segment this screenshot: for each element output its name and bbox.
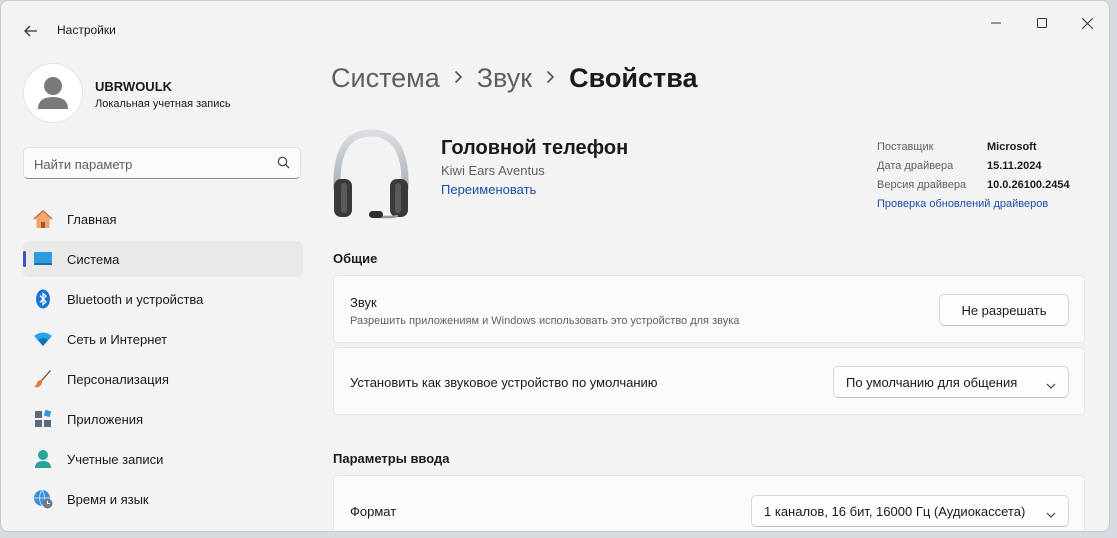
search-input[interactable]	[34, 154, 264, 174]
dropdown-value: 1 каналов, 16 бит, 16000 Гц (Аудиокассет…	[764, 503, 1026, 519]
info-label: Поставщик	[877, 141, 934, 153]
device-model: Kiwi Ears Aventus	[441, 163, 545, 178]
setting-title: Звук	[350, 295, 377, 310]
disallow-button[interactable]: Не разрешать	[939, 294, 1069, 326]
maximize-button[interactable]	[1019, 9, 1065, 37]
page-title: Свойства	[569, 63, 698, 93]
apps-icon	[33, 409, 53, 429]
info-label: Версия драйвера	[877, 179, 967, 191]
sidebar-item-personalization[interactable]: Персонализация	[23, 361, 303, 397]
account-icon	[33, 449, 53, 469]
setting-title: Формат	[350, 504, 397, 519]
app-title: Настройки	[57, 23, 116, 37]
chevron-down-icon	[1046, 377, 1056, 392]
format-setting-card: Формат 1 каналов, 16 бит, 16000 Гц (Ауди…	[333, 475, 1085, 531]
wifi-icon	[33, 329, 53, 349]
sidebar-item-label: Главная	[67, 211, 117, 227]
dropdown-value: По умолчанию для общения	[846, 374, 1018, 390]
sidebar-item-home[interactable]: Главная	[23, 201, 303, 237]
breadcrumb-item-system[interactable]: Система	[331, 63, 440, 94]
system-icon	[33, 249, 53, 269]
sidebar-item-label: Учетные записи	[67, 451, 164, 467]
user-name: UBRWOULK	[95, 79, 173, 94]
sidebar-item-bluetooth[interactable]: Bluetooth и устройства	[23, 281, 303, 317]
back-arrow-icon	[24, 25, 37, 37]
info-label: Дата драйвера	[877, 160, 954, 172]
sidebar-item-accounts[interactable]: Учетные записи	[23, 441, 303, 477]
title-bar: Настройки	[1, 1, 1109, 45]
close-icon	[1081, 17, 1093, 29]
sidebar-item-label: Время и язык	[67, 491, 149, 507]
user-avatar-icon	[38, 77, 68, 109]
avatar	[23, 63, 83, 123]
sidebar-item-label: Система	[67, 251, 120, 267]
setting-title: Установить как звуковое устройство по ум…	[350, 375, 658, 390]
sidebar-item-system[interactable]: Система	[23, 241, 303, 277]
info-value: 15.11.2024	[987, 160, 1042, 172]
close-button[interactable]	[1064, 9, 1109, 37]
sidebar-nav: Главная Система Bluetooth и устройства С…	[23, 201, 303, 521]
sound-setting-card: Звук Разрешить приложениям и Windows исп…	[333, 275, 1085, 343]
breadcrumb-item-sound[interactable]: Звук	[477, 63, 532, 94]
brush-icon	[33, 369, 53, 389]
sidebar-item-time-language[interactable]: Время и язык	[23, 481, 303, 517]
account-type: Локальная учетная запись	[95, 98, 231, 110]
default-device-dropdown[interactable]: По умолчанию для общения	[833, 366, 1069, 398]
section-heading-general: Общие	[333, 251, 378, 266]
sidebar-item-label: Bluetooth и устройства	[67, 291, 204, 307]
bluetooth-icon	[33, 289, 53, 309]
sidebar-item-label: Приложения	[67, 411, 144, 427]
sidebar-item-label: Персонализация	[67, 371, 169, 387]
search-box[interactable]	[23, 147, 301, 179]
chevron-right-icon	[546, 67, 555, 90]
globe-clock-icon	[33, 489, 53, 509]
minimize-icon	[991, 22, 1001, 24]
check-driver-updates-link[interactable]: Проверка обновлений драйверов	[877, 198, 1048, 210]
sidebar-item-apps[interactable]: Приложения	[23, 401, 303, 437]
headset-icon	[333, 129, 409, 219]
info-value: 10.0.26100.2454	[987, 179, 1070, 191]
info-value: Microsoft	[987, 141, 1037, 153]
rename-link[interactable]: Переименовать	[441, 182, 536, 197]
breadcrumb: Система Звук Свойства	[331, 63, 697, 94]
chevron-down-icon	[1046, 506, 1056, 521]
home-icon	[33, 209, 53, 229]
chevron-right-icon	[454, 67, 463, 90]
settings-window: Настройки UBRWOULK Локальная учетная зап…	[0, 0, 1110, 532]
section-heading-input: Параметры ввода	[333, 451, 450, 466]
format-dropdown[interactable]: 1 каналов, 16 бит, 16000 Гц (Аудиокассет…	[751, 495, 1069, 527]
back-button[interactable]	[15, 15, 47, 47]
search-icon[interactable]	[277, 156, 290, 174]
default-device-card: Установить как звуковое устройство по ум…	[333, 347, 1085, 415]
minimize-button[interactable]	[973, 9, 1019, 37]
sidebar-item-network[interactable]: Сеть и Интернет	[23, 321, 303, 357]
setting-description: Разрешить приложениям и Windows использо…	[350, 315, 740, 327]
device-name: Головной телефон	[441, 137, 629, 159]
device-header: Головной телефон Kiwi Ears Aventus Переи…	[331, 129, 1091, 229]
sidebar-item-label: Сеть и Интернет	[67, 331, 168, 347]
maximize-icon	[1037, 18, 1047, 28]
